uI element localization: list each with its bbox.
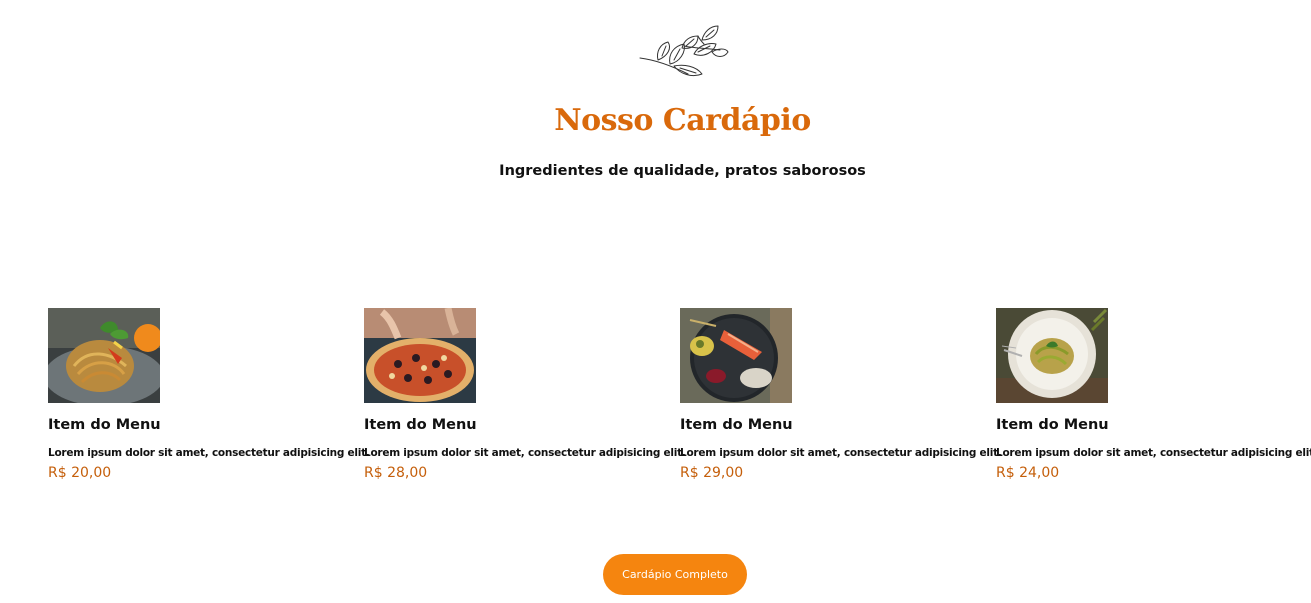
pasta-pesto-photo bbox=[996, 308, 1108, 403]
menu-item: Item do Menu Lorem ipsum dolor sit amet,… bbox=[996, 308, 1311, 482]
menu-item-title: Item do Menu bbox=[680, 417, 793, 433]
pizza-photo bbox=[364, 308, 476, 403]
section-subtitle: Ingredientes de qualidade, pratos saboro… bbox=[499, 163, 866, 179]
full-menu-button[interactable]: Cardápio Completo bbox=[603, 554, 747, 595]
menu-item-price: R$ 29,00 bbox=[680, 465, 744, 481]
menu-item-description: Lorem ipsum dolor sit amet, consectetur … bbox=[996, 447, 1311, 459]
herb-branch-icon bbox=[639, 25, 729, 77]
menu-item-title: Item do Menu bbox=[364, 417, 477, 433]
menu-item-description: Lorem ipsum dolor sit amet, consectetur … bbox=[48, 447, 370, 459]
menu-item-price: R$ 24,00 bbox=[996, 465, 1060, 481]
menu-section: Nosso Cardápio Ingredientes de qualidade… bbox=[0, 0, 1311, 603]
section-title: Nosso Cardápio bbox=[554, 103, 811, 138]
menu-item-price: R$ 28,00 bbox=[364, 465, 428, 481]
menu-items-list: Item do Menu Lorem ipsum dolor sit amet,… bbox=[48, 308, 1311, 498]
menu-item: Item do Menu Lorem ipsum dolor sit amet,… bbox=[680, 308, 1002, 482]
salmon-plate-photo bbox=[680, 308, 792, 403]
menu-item: Item do Menu Lorem ipsum dolor sit amet,… bbox=[48, 308, 370, 482]
menu-item: Item do Menu Lorem ipsum dolor sit amet,… bbox=[364, 308, 686, 482]
menu-item-title: Item do Menu bbox=[48, 417, 161, 433]
menu-item-price: R$ 20,00 bbox=[48, 465, 112, 481]
menu-item-description: Lorem ipsum dolor sit amet, consectetur … bbox=[364, 447, 686, 459]
menu-item-title: Item do Menu bbox=[996, 417, 1109, 433]
menu-item-description: Lorem ipsum dolor sit amet, consectetur … bbox=[680, 447, 1002, 459]
spaghetti-plate-photo bbox=[48, 308, 160, 403]
